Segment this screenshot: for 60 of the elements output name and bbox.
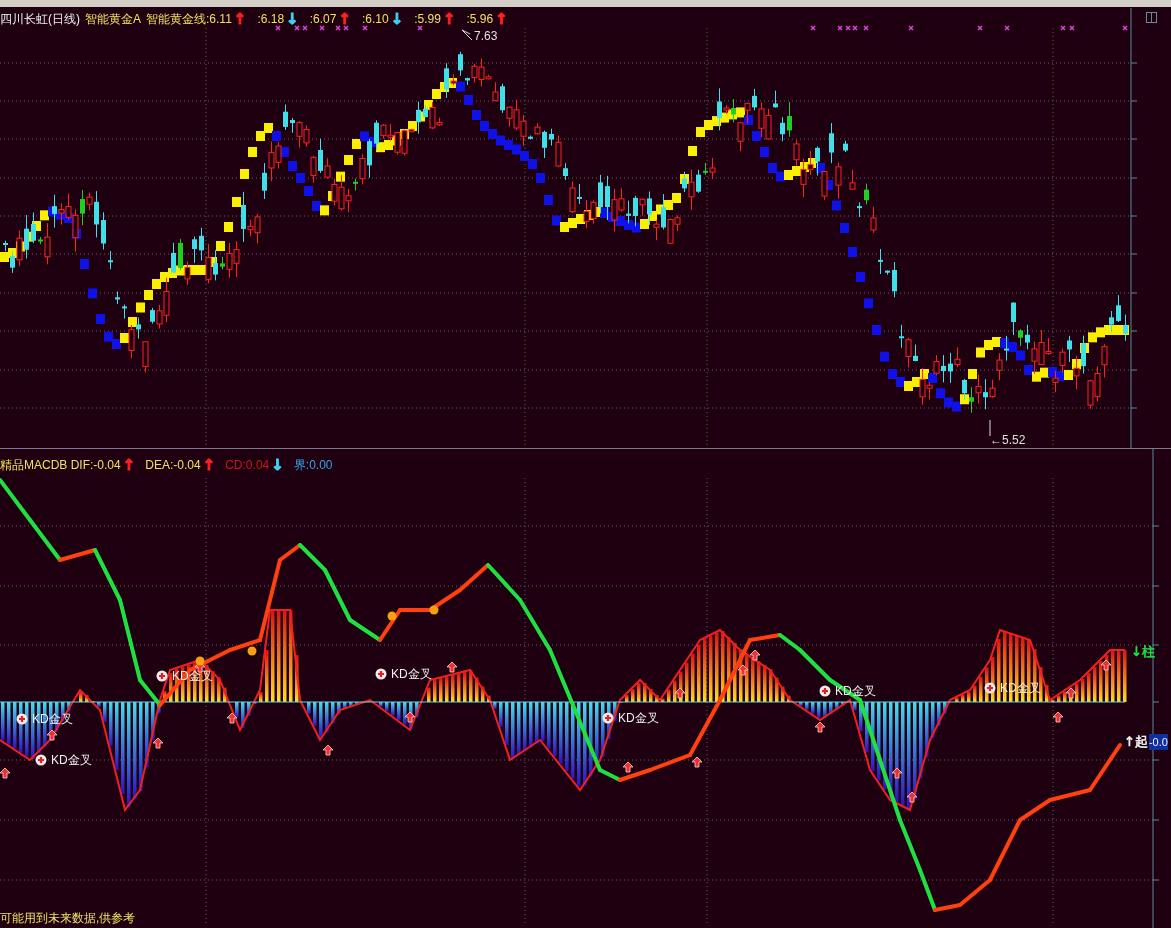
axis-label: ↓柱 bbox=[1131, 643, 1155, 661]
legend-value: DEA:-0.04 bbox=[145, 457, 201, 474]
legend-value: 界:0.00 bbox=[293, 457, 333, 474]
plus-circle-icon bbox=[156, 670, 168, 682]
up-arrow-icon bbox=[1100, 659, 1112, 671]
trend-arrow: ↓ bbox=[390, 11, 404, 27]
ball-icon bbox=[195, 656, 205, 666]
up-arrow-icon bbox=[322, 744, 334, 756]
legend-value: CD:0.04 bbox=[225, 457, 270, 474]
plus-circle-icon bbox=[819, 685, 831, 697]
ball-icon bbox=[247, 646, 257, 656]
plus-circle-icon bbox=[35, 754, 47, 766]
up-arrow-icon bbox=[674, 687, 686, 699]
trend-arrow: ↑ bbox=[442, 11, 456, 27]
up-arrow-icon bbox=[622, 761, 634, 773]
up-arrow-icon bbox=[152, 737, 164, 749]
trend-arrow: ↓ bbox=[286, 11, 299, 27]
plus-circle-icon bbox=[375, 668, 387, 680]
legend-value: :6.07 bbox=[309, 11, 337, 28]
up-arrow-icon bbox=[1065, 687, 1077, 699]
signal-label: KD金叉 bbox=[51, 752, 92, 769]
axis-label: ↑起 bbox=[1124, 733, 1148, 751]
plus-circle-icon bbox=[984, 682, 996, 694]
trend-arrow: ↑ bbox=[233, 11, 247, 27]
plus-circle-icon bbox=[16, 713, 28, 725]
high-price-label: 7.63 bbox=[474, 28, 498, 45]
trend-arrow: ↓ bbox=[271, 457, 284, 473]
legend-value: :5.96 bbox=[466, 11, 494, 28]
up-arrow-icon bbox=[814, 721, 826, 733]
trend-arrow: ↑ bbox=[202, 457, 216, 473]
legend-value: :6.10 bbox=[361, 11, 389, 28]
panel-toggle-icon[interactable] bbox=[1146, 12, 1157, 23]
up-arrow-icon bbox=[404, 711, 416, 723]
axis-value: -0.0 bbox=[1148, 733, 1168, 750]
legend-value: 智能黄金线:6.11 bbox=[146, 11, 232, 28]
low-price-label: ←5.52 bbox=[990, 432, 1026, 449]
up-arrow-icon bbox=[906, 791, 918, 803]
legend-value: :5.99 bbox=[414, 11, 441, 28]
trend-arrow: ↑ bbox=[338, 11, 351, 27]
up-arrow-icon bbox=[691, 756, 703, 768]
up-arrow-icon bbox=[1052, 711, 1064, 723]
up-arrow-icon bbox=[446, 661, 458, 673]
plus-circle-icon bbox=[602, 712, 614, 724]
up-arrow-icon bbox=[891, 767, 903, 779]
trend-arrow: ↑ bbox=[122, 457, 136, 473]
legend-value: 精品MACDB DIF:-0.04 bbox=[0, 457, 121, 474]
signal-label: KD金叉 bbox=[618, 710, 659, 727]
stock-title: 四川长虹(日线) bbox=[0, 11, 80, 28]
ball-icon bbox=[429, 605, 439, 615]
up-arrow-icon bbox=[0, 767, 11, 779]
trend-arrow: ↑ bbox=[495, 11, 508, 27]
up-arrow-icon bbox=[226, 712, 238, 724]
indicator-name: 智能黄金A bbox=[85, 11, 141, 28]
footnote: 可能用到未来数据,供参考 bbox=[0, 910, 136, 927]
legend-value: :6.18 bbox=[257, 11, 285, 28]
up-arrow-icon bbox=[737, 664, 749, 676]
up-arrow-icon bbox=[46, 729, 58, 741]
ball-icon bbox=[387, 611, 397, 621]
signal-label: KD金叉 bbox=[391, 666, 432, 683]
up-arrow-icon bbox=[749, 649, 761, 661]
